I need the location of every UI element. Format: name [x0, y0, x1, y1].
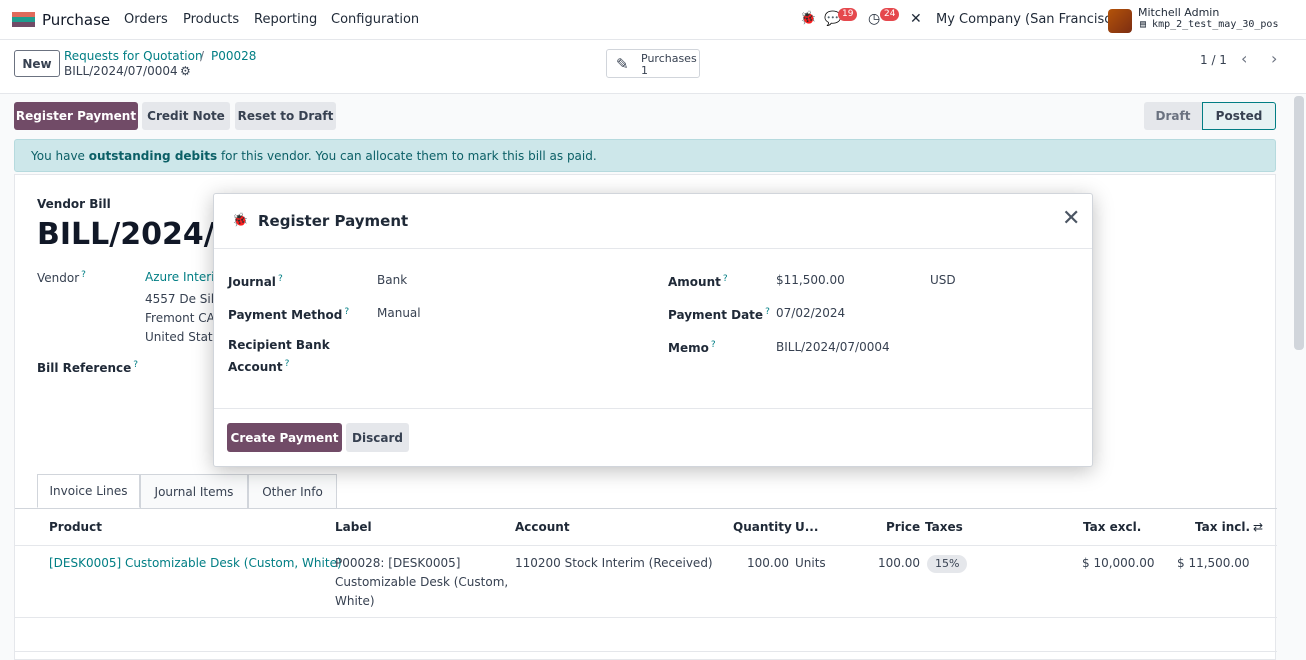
payment-method-help-icon[interactable]: ?: [344, 307, 349, 317]
amount-field[interactable]: $11,500.00: [776, 273, 845, 287]
dialog-title: Register Payment: [258, 212, 409, 230]
close-icon[interactable]: ✕: [1062, 208, 1080, 230]
payment-method-label-text: Payment Method: [228, 308, 343, 322]
dialog-footer: [214, 408, 1092, 409]
recipient-label-line-2: Account: [228, 360, 283, 374]
payment-date-help-icon[interactable]: ?: [765, 307, 770, 317]
memo-label-text: Memo: [668, 341, 709, 355]
debug-bug-icon[interactable]: 🐞: [232, 213, 248, 228]
recipient-label-line-1: Recipient Bank: [228, 338, 330, 352]
journal-label: Journal?: [228, 270, 283, 292]
memo-label: Memo?: [668, 336, 716, 358]
amount-label-text: Amount: [668, 275, 721, 289]
payment-date-label-text: Payment Date: [668, 308, 764, 322]
dialog-header: 🐞 Register Payment ✕: [214, 194, 1092, 249]
create-payment-button[interactable]: Create Payment: [227, 423, 342, 452]
memo-field[interactable]: BILL/2024/07/0004: [776, 340, 890, 354]
payment-date-label: Payment Date?: [668, 303, 770, 325]
register-payment-dialog: 🐞 Register Payment ✕ Journal? Bank Payme…: [213, 193, 1093, 467]
journal-field[interactable]: Bank: [377, 273, 407, 287]
amount-label: Amount?: [668, 270, 728, 292]
payment-date-field[interactable]: 07/02/2024: [776, 306, 845, 320]
discard-button[interactable]: Discard: [346, 423, 409, 452]
recipient-help-icon[interactable]: ?: [285, 359, 290, 369]
payment-method-field[interactable]: Manual: [377, 306, 421, 320]
journal-help-icon[interactable]: ?: [278, 274, 283, 284]
journal-label-text: Journal: [228, 275, 276, 289]
memo-help-icon[interactable]: ?: [711, 340, 716, 350]
amount-help-icon[interactable]: ?: [723, 274, 728, 284]
recipient-bank-account-field[interactable]: [377, 344, 627, 363]
currency-field[interactable]: USD: [930, 273, 956, 287]
recipient-bank-account-label: Recipient Bank Account?: [228, 336, 330, 377]
payment-method-label: Payment Method?: [228, 303, 349, 325]
